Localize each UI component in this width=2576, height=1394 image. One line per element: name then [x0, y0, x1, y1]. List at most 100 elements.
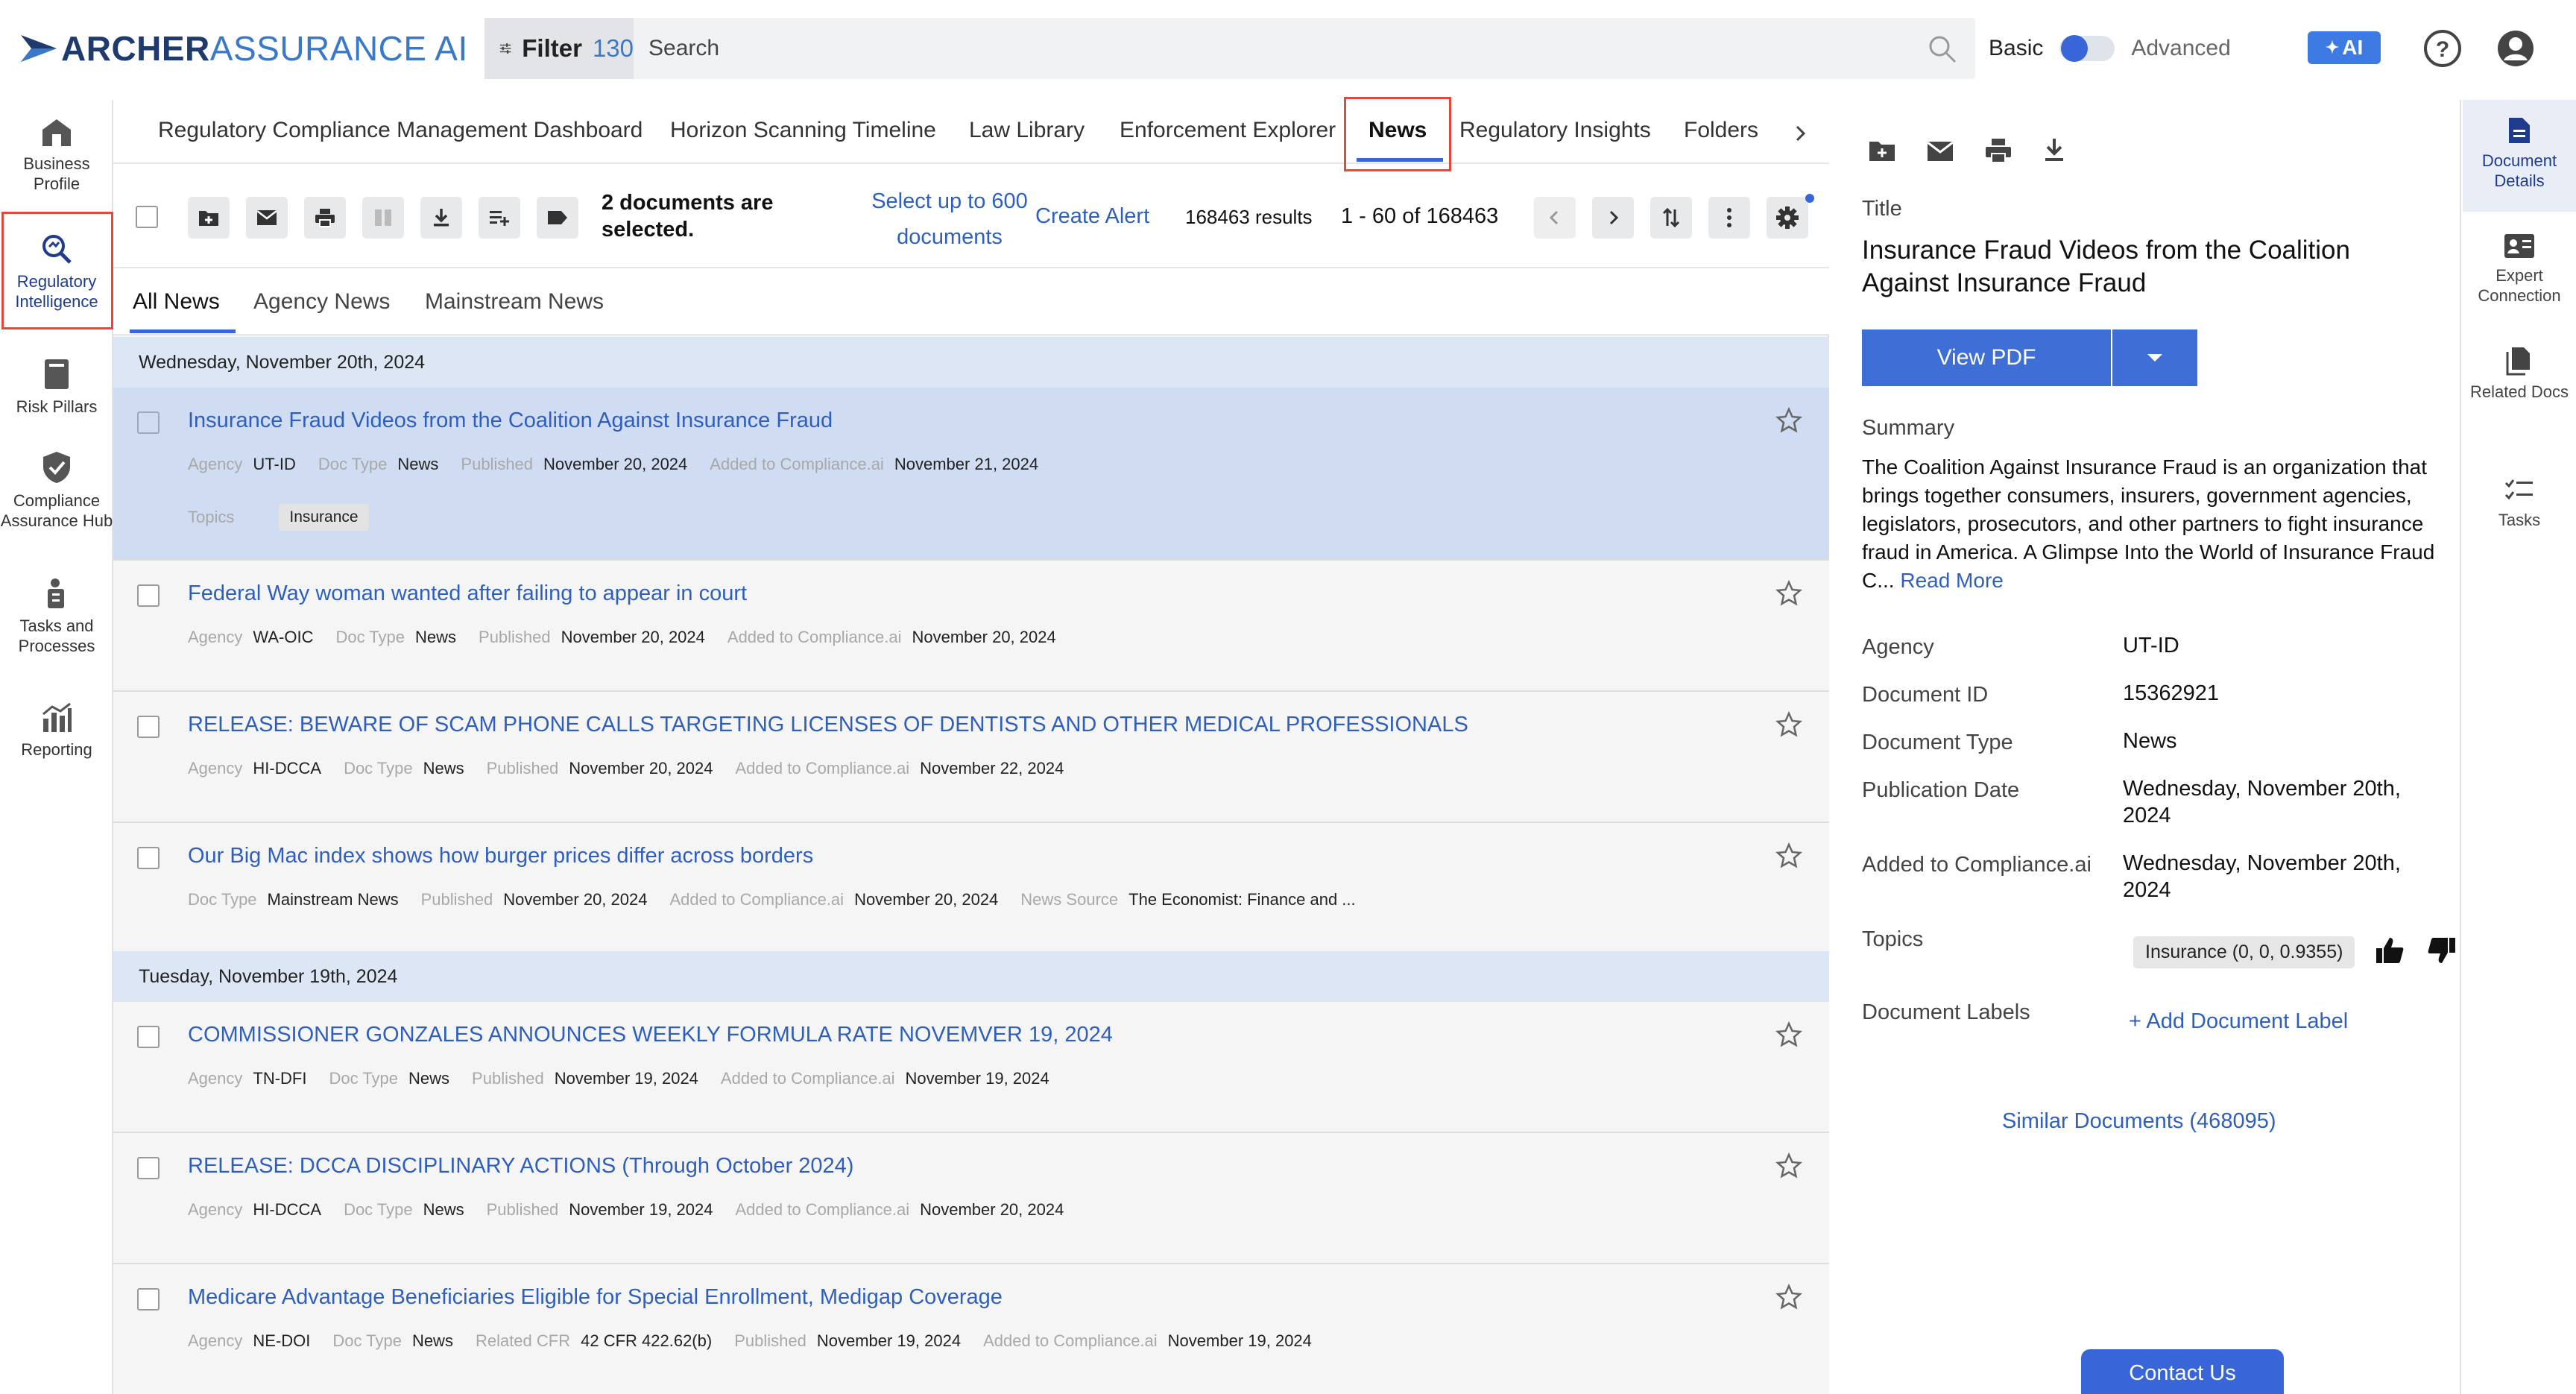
rail-document-details[interactable]: Document Details: [2463, 100, 2576, 212]
subtab-all-news[interactable]: All News: [133, 289, 220, 315]
item-checkbox[interactable]: [137, 584, 160, 607]
more-options-button[interactable]: [1708, 197, 1750, 239]
sort-button[interactable]: [1650, 197, 1692, 239]
help-icon[interactable]: ?: [2422, 28, 2463, 69]
list-item[interactable]: RELEASE: BEWARE OF SCAM PHONE CALLS TARG…: [113, 692, 1829, 823]
previous-page-button[interactable]: [1534, 197, 1576, 239]
select-all-checkbox[interactable]: [136, 206, 158, 228]
view-pdf-dropdown-button[interactable]: [2112, 329, 2197, 386]
compare-button[interactable]: [362, 197, 404, 239]
date-group-header: Tuesday, November 19th, 2024: [113, 951, 1829, 1002]
print-button[interactable]: [304, 197, 346, 239]
folder-plus-icon[interactable]: [1868, 139, 1896, 163]
select-up-to-link[interactable]: Select up to 600 documents: [844, 183, 1055, 255]
item-title-link[interactable]: COMMISSIONER GONZALES ANNOUNCES WEEKLY F…: [188, 1023, 1113, 1047]
star-icon[interactable]: [1775, 580, 1802, 607]
ai-button[interactable]: ✦ AI: [2308, 31, 2381, 64]
list-item[interactable]: Our Big Mac index shows how burger price…: [113, 823, 1829, 953]
news-list: Wednesday, November 20th, 2024 Insurance…: [113, 335, 1829, 1394]
thumbs-down-icon[interactable]: [2427, 936, 2457, 965]
list-item[interactable]: RELEASE: DCCA DISCIPLINARY ACTIONS (Thro…: [113, 1133, 1829, 1264]
item-checkbox[interactable]: [137, 1026, 160, 1048]
tab-regulatory-insights[interactable]: Regulatory Insights: [1459, 118, 1651, 143]
meta-value: UT-ID: [253, 455, 296, 473]
add-to-folder-button[interactable]: [188, 197, 230, 239]
basic-mode-label[interactable]: Basic: [1989, 36, 2043, 61]
nav-risk-pillars[interactable]: Risk Pillars: [0, 358, 113, 417]
item-title-link[interactable]: RELEASE: BEWARE OF SCAM PHONE CALLS TARG…: [188, 713, 1468, 737]
rail-expert-connection[interactable]: Expert Connection: [2463, 233, 2576, 306]
tab-law-library[interactable]: Law Library: [969, 118, 1085, 143]
thumbs-up-icon[interactable]: [2375, 936, 2405, 965]
create-alert-link[interactable]: Create Alert: [1035, 204, 1149, 229]
nav-compliance-assurance-hub[interactable]: Compliance Assurance Hub: [0, 450, 113, 531]
download-button[interactable]: [420, 197, 462, 239]
tab-compliance-dashboard[interactable]: Regulatory Compliance Management Dashboa…: [158, 118, 643, 143]
print-icon[interactable]: [1984, 137, 2012, 164]
similar-documents-link[interactable]: Similar Documents (468095): [2002, 1109, 2276, 1134]
star-icon[interactable]: [1775, 711, 1802, 738]
rail-related-docs[interactable]: Related Docs: [2463, 346, 2576, 402]
search-icon[interactable]: [1928, 34, 1957, 64]
item-title-link[interactable]: RELEASE: DCCA DISCIPLINARY ACTIONS (Thro…: [188, 1154, 853, 1179]
read-more-link[interactable]: Read More: [1900, 569, 2004, 592]
item-checkbox[interactable]: [137, 847, 160, 869]
star-icon[interactable]: [1775, 1284, 1802, 1311]
topics-label: Topics: [1862, 927, 1924, 951]
subtab-mainstream-news[interactable]: Mainstream News: [425, 289, 604, 315]
select-up-to-line1: Select up to 600: [871, 189, 1028, 213]
item-checkbox[interactable]: [137, 1288, 160, 1311]
contact-us-button[interactable]: Contact Us: [2081, 1349, 2284, 1394]
nav-reporting[interactable]: Reporting: [0, 702, 113, 760]
list-item[interactable]: Federal Way woman wanted after failing t…: [113, 561, 1829, 692]
tab-horizon-scanning[interactable]: Horizon Scanning Timeline: [670, 118, 936, 143]
chart-icon: [42, 702, 72, 732]
user-account-icon[interactable]: [2496, 28, 2536, 69]
item-checkbox[interactable]: [137, 1157, 160, 1179]
label-button[interactable]: [537, 197, 578, 239]
meta-value: November 19, 2024: [554, 1069, 698, 1088]
subtab-agency-news[interactable]: Agency News: [253, 289, 390, 315]
star-icon[interactable]: [1775, 842, 1802, 869]
meta-value: November 20, 2024: [503, 890, 648, 909]
download-icon[interactable]: [2042, 137, 2066, 164]
advanced-mode-label[interactable]: Advanced: [2131, 36, 2230, 61]
active-subtab-indicator: [130, 329, 236, 333]
tabs-scroll-right-icon[interactable]: [1792, 122, 1810, 145]
tab-enforcement-explorer[interactable]: Enforcement Explorer: [1120, 118, 1336, 143]
topic-chip[interactable]: Insurance (0, 0, 0.9355): [2133, 936, 2355, 968]
list-item[interactable]: Insurance Fraud Videos from the Coalitio…: [113, 388, 1829, 561]
nav-business-profile[interactable]: Business Profile: [0, 116, 113, 194]
checklist-icon: [2504, 479, 2533, 500]
item-checkbox[interactable]: [137, 716, 160, 738]
view-pdf-button[interactable]: View PDF: [1862, 329, 2112, 386]
star-icon[interactable]: [1775, 1021, 1802, 1048]
next-page-button[interactable]: [1592, 197, 1634, 239]
settings-button[interactable]: [1767, 197, 1808, 239]
field-label: Agency: [1862, 635, 1934, 659]
search-input[interactable]: [634, 18, 1975, 79]
app-logo[interactable]: ARCHER ASSURANCE AI: [19, 28, 468, 69]
item-title-link[interactable]: Our Big Mac index shows how burger price…: [188, 844, 813, 868]
mode-switch[interactable]: [2059, 35, 2115, 62]
caret-down-icon: [2147, 354, 2162, 362]
list-item[interactable]: Medicare Advantage Beneficiaries Eligibl…: [113, 1264, 1829, 1394]
mail-icon[interactable]: [1926, 140, 1954, 163]
tab-folders[interactable]: Folders: [1684, 118, 1758, 143]
nav-tasks-and-processes[interactable]: Tasks and Processes: [0, 577, 113, 656]
item-title-link[interactable]: Medicare Advantage Beneficiaries Eligibl…: [188, 1285, 1003, 1310]
star-icon[interactable]: [1775, 407, 1802, 434]
topic-chip[interactable]: Insurance: [279, 504, 369, 531]
list-item[interactable]: COMMISSIONER GONZALES ANNOUNCES WEEKLY F…: [113, 1002, 1829, 1133]
meta-key: Added to Compliance.ai: [983, 1331, 1158, 1350]
add-document-label-link[interactable]: + Add Document Label: [2129, 1009, 2348, 1034]
meta-value: November 20, 2024: [569, 759, 713, 778]
email-button[interactable]: [246, 197, 288, 239]
star-icon[interactable]: [1775, 1152, 1802, 1179]
item-title-link[interactable]: Federal Way woman wanted after failing t…: [188, 581, 747, 606]
rail-tasks[interactable]: Tasks: [2463, 477, 2576, 530]
filter-button[interactable]: Filter 130: [484, 18, 634, 79]
item-checkbox[interactable]: [137, 411, 160, 434]
item-title-link[interactable]: Insurance Fraud Videos from the Coalitio…: [188, 409, 833, 433]
add-to-list-button[interactable]: [479, 197, 520, 239]
